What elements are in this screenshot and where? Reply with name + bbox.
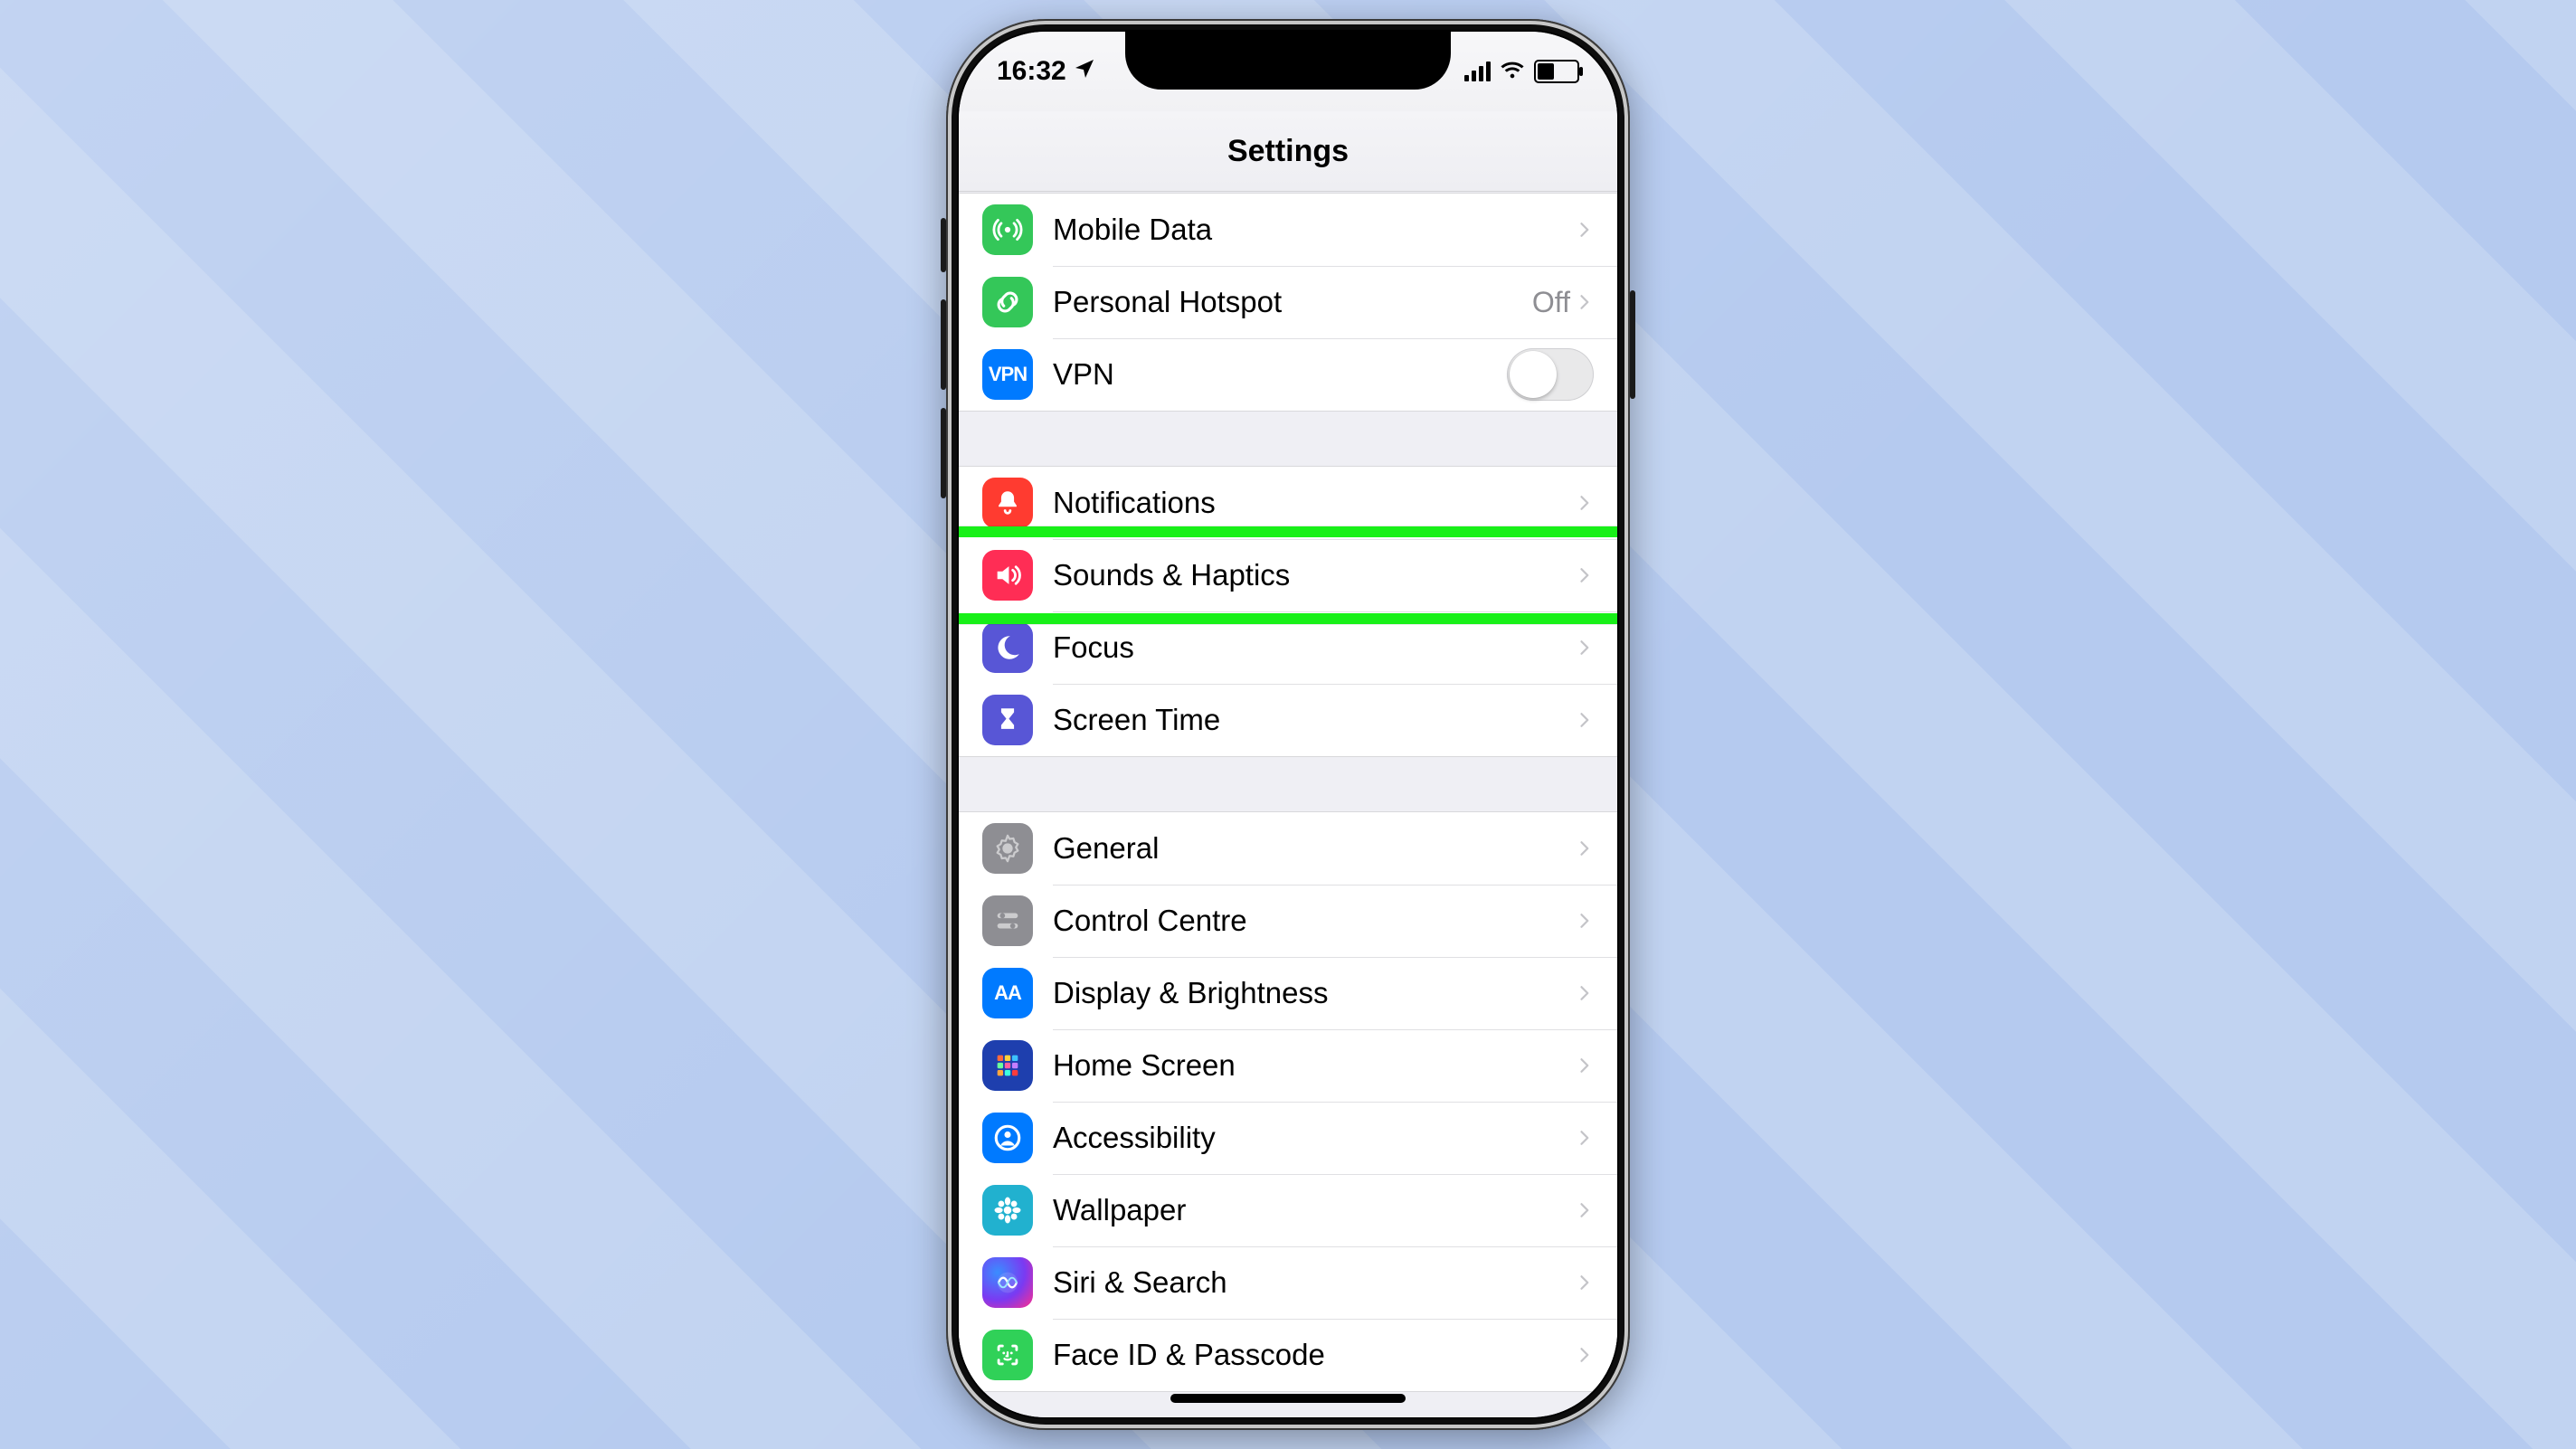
speaker-icon (982, 550, 1033, 601)
switches-icon (982, 895, 1033, 946)
settings-row-face-id-passcode[interactable]: Face ID & Passcode (959, 1319, 1617, 1391)
cellular-icon (1464, 62, 1491, 81)
settings-row-label: Display & Brightness (1053, 976, 1577, 1010)
bell-icon (982, 478, 1033, 528)
settings-row-value: Off (1532, 286, 1570, 319)
chevron-right-icon (1577, 489, 1594, 516)
settings-row-vpn[interactable]: VPN VPN (959, 338, 1617, 411)
settings-row-screen-time[interactable]: Screen Time (959, 684, 1617, 756)
settings-row-accessibility[interactable]: Accessibility (959, 1102, 1617, 1174)
settings-row-display-brightness[interactable]: AA Display & Brightness (959, 957, 1617, 1029)
moon-icon (982, 622, 1033, 673)
chevron-right-icon (1577, 980, 1594, 1007)
person-circle-icon (982, 1113, 1033, 1163)
settings-row-label: Wallpaper (1053, 1193, 1577, 1227)
status-time: 16:32 (997, 56, 1066, 87)
settings-group: Mobile Data Personal HotspotOff VPN VPN (959, 193, 1617, 412)
settings-row-label: Screen Time (1053, 703, 1577, 737)
settings-list[interactable]: Mobile Data Personal HotspotOff VPN VPN Noti… (959, 193, 1617, 1417)
settings-row-general[interactable]: General (959, 812, 1617, 885)
notch (1125, 32, 1451, 90)
chevron-right-icon (1577, 835, 1594, 862)
gear-icon (982, 823, 1033, 874)
settings-row-control-centre[interactable]: Control Centre (959, 885, 1617, 957)
link-icon (982, 277, 1033, 327)
flower-icon (982, 1185, 1033, 1236)
settings-row-personal-hotspot[interactable]: Personal HotspotOff (959, 266, 1617, 338)
antenna-icon (982, 204, 1033, 255)
page-title: Settings (1227, 134, 1349, 169)
settings-row-label: Accessibility (1053, 1121, 1577, 1155)
settings-group: Notifications Sounds & Haptics Focus Screen… (959, 466, 1617, 757)
faceid-icon (982, 1330, 1033, 1380)
settings-row-label: Home Screen (1053, 1048, 1577, 1083)
chevron-right-icon (1577, 706, 1594, 734)
settings-row-focus[interactable]: Focus (959, 611, 1617, 684)
wifi-icon (1500, 57, 1525, 87)
location-icon (1074, 56, 1095, 87)
battery-icon (1534, 60, 1579, 83)
phone-chassis: 16:32 Settings Mobile DataPers (946, 19, 1630, 1430)
settings-row-mobile-data[interactable]: Mobile Data (959, 194, 1617, 266)
vpn-icon: VPN (982, 349, 1033, 400)
settings-row-label: VPN (1053, 357, 1507, 392)
settings-row-home-screen[interactable]: Home Screen (959, 1029, 1617, 1102)
chevron-right-icon (1577, 634, 1594, 661)
chevron-right-icon (1577, 907, 1594, 934)
chevron-right-icon (1577, 1197, 1594, 1224)
text-size-icon: AA (982, 968, 1033, 1018)
settings-row-wallpaper[interactable]: Wallpaper (959, 1174, 1617, 1246)
chevron-right-icon (1577, 289, 1594, 316)
settings-row-siri-search[interactable]: Siri & Search (959, 1246, 1617, 1319)
siri-icon (982, 1257, 1033, 1308)
settings-row-label: Face ID & Passcode (1053, 1338, 1577, 1372)
settings-row-sounds-haptics[interactable]: Sounds & Haptics (959, 539, 1617, 611)
settings-row-label: Siri & Search (1053, 1265, 1577, 1300)
hourglass-icon (982, 695, 1033, 745)
chevron-right-icon (1577, 562, 1594, 589)
settings-row-notifications[interactable]: Notifications (959, 467, 1617, 539)
phone-screen: 16:32 Settings Mobile DataPers (959, 32, 1617, 1417)
app-grid-icon (982, 1040, 1033, 1091)
chevron-right-icon (1577, 1052, 1594, 1079)
settings-row-label: Control Centre (1053, 904, 1577, 938)
settings-row-label: Sounds & Haptics (1053, 558, 1577, 592)
settings-group: General Control Centre AA Display & Brightn… (959, 811, 1617, 1392)
home-indicator[interactable] (1170, 1394, 1406, 1403)
settings-row-label: Personal Hotspot (1053, 285, 1532, 319)
settings-row-label: Notifications (1053, 486, 1577, 520)
toggle-vpn[interactable] (1507, 348, 1594, 401)
nav-bar: Settings (959, 111, 1617, 192)
chevron-right-icon (1577, 1124, 1594, 1151)
settings-row-label: Focus (1053, 630, 1577, 665)
chevron-right-icon (1577, 216, 1594, 243)
settings-row-label: Mobile Data (1053, 213, 1577, 247)
chevron-right-icon (1577, 1341, 1594, 1368)
chevron-right-icon (1577, 1269, 1594, 1296)
settings-row-label: General (1053, 831, 1577, 866)
